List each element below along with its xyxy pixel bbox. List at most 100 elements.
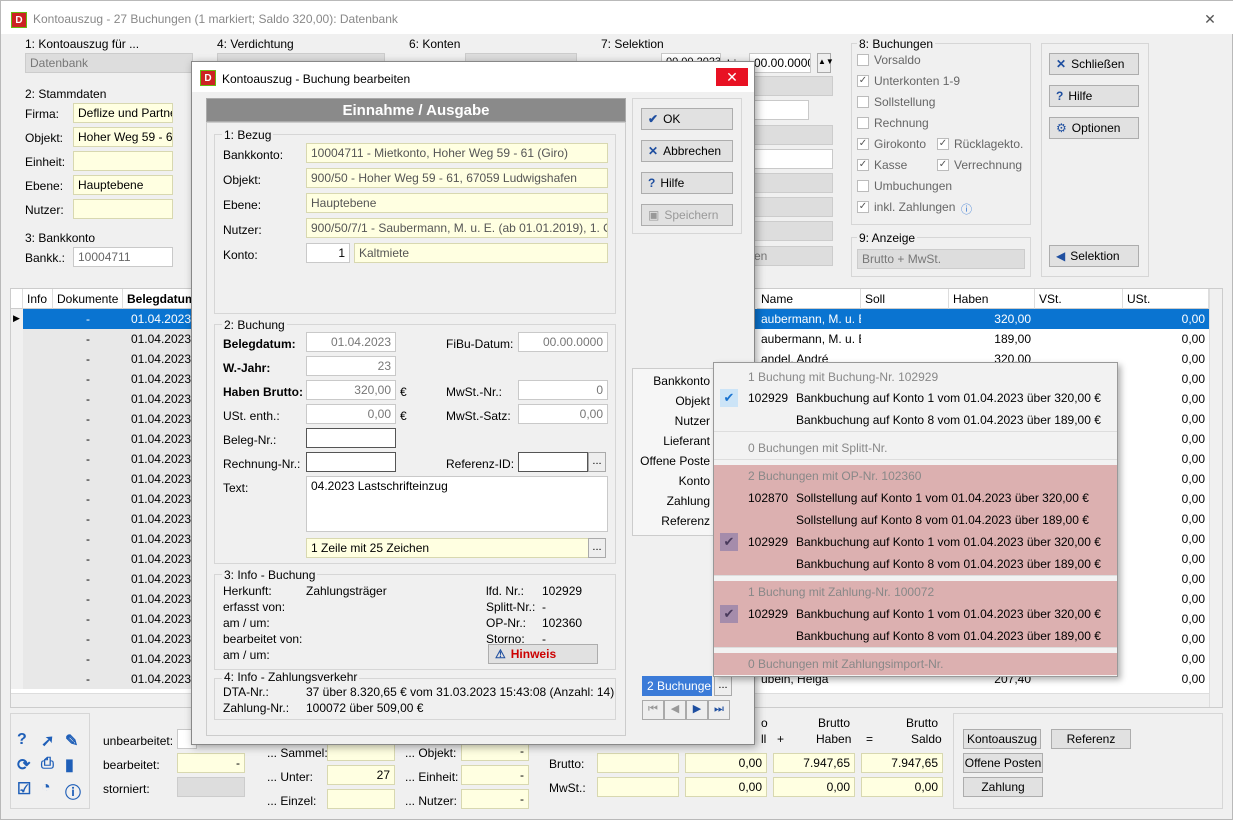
anzeige-select[interactable]: Brutto + MwSt. xyxy=(857,249,1025,269)
d-refid-field[interactable] xyxy=(518,452,588,472)
nav-prev-icon[interactable]: ◀ xyxy=(664,700,686,720)
popup-item[interactable]: Bankbuchung auf Konto 8 vom 01.04.2023 ü… xyxy=(714,409,1117,431)
nutzer-field[interactable] xyxy=(73,199,173,219)
ebene-field[interactable]: Hauptebene xyxy=(73,175,173,195)
nav-last-icon[interactable]: ⏭ xyxy=(708,700,730,720)
help-icon[interactable]: ? xyxy=(17,731,27,749)
col-info[interactable]: Info xyxy=(23,289,53,309)
popup-item[interactable]: ✔ 102929 Bankbuchung auf Konto 1 vom 01.04… xyxy=(714,603,1117,625)
selection-combo-7[interactable]: en xyxy=(749,246,833,266)
selection-combo-2[interactable] xyxy=(749,125,833,145)
selection-combo-5[interactable] xyxy=(749,197,833,217)
objekt-field[interactable]: Hoher Weg 59 - 6 xyxy=(73,127,173,147)
ref-item[interactable]: Zahlung xyxy=(634,494,710,508)
selection-to-date[interactable]: 00.00.0000 xyxy=(749,53,811,73)
date-spinner[interactable]: ▲▼ xyxy=(817,53,834,73)
d-hilfe-button[interactable]: ? Hilfe xyxy=(641,172,733,194)
d-refid-more[interactable]: ... xyxy=(588,452,606,472)
pointer-icon[interactable]: ➚ xyxy=(41,731,54,751)
selection-combo-6[interactable] xyxy=(749,221,833,241)
popup-item[interactable]: ✔ 102929 Bankbuchung auf Konto 1 vom 01.04… xyxy=(714,531,1117,553)
checkbox-2[interactable]: Sollstellung xyxy=(857,95,935,109)
buchungen-more[interactable]: ... xyxy=(714,676,732,696)
checkbox-box[interactable]: ✓ xyxy=(857,159,869,171)
options-button[interactable]: ⚙ Optionen xyxy=(1049,117,1139,139)
selection-combo-3[interactable] xyxy=(749,149,833,169)
d-ebene-field[interactable]: Hauptebene xyxy=(306,193,608,213)
d-rechnr-field[interactable] xyxy=(306,452,396,472)
close-icon[interactable]: ✕ xyxy=(1196,9,1224,29)
info-icon[interactable]: ⓘ xyxy=(65,779,81,803)
d-wjahr-field[interactable]: 23 xyxy=(306,356,396,376)
chart-icon[interactable]: ◔ xyxy=(41,779,51,797)
checkbox-box[interactable]: ✓ xyxy=(857,75,869,87)
grid-scrollbar[interactable] xyxy=(1209,289,1222,707)
ref-item[interactable]: Nutzer xyxy=(634,414,710,428)
print-icon[interactable]: ⎙ xyxy=(41,755,54,773)
offene-posten-button[interactable]: Offene Posten xyxy=(963,753,1043,773)
checkbox-4[interactable]: ✓ Girokonto xyxy=(857,137,926,151)
ref-item[interactable]: Bankkonto xyxy=(634,374,710,388)
referenz-button[interactable]: Referenz xyxy=(1051,729,1131,749)
abbrechen-button[interactable]: ✕ Abbrechen xyxy=(641,140,733,162)
dialog-close-icon[interactable]: ✕ xyxy=(716,68,748,86)
selection-combo-1[interactable] xyxy=(749,76,833,96)
d-mwstsatz-field[interactable]: 0,00 xyxy=(518,404,608,424)
d-bankkonto-field[interactable]: 10004711 - Mietkonto, Hoher Weg 59 - 61 … xyxy=(306,143,608,163)
checkbox-5[interactable]: ✓ Rücklagekto. xyxy=(937,137,1023,151)
checkbox-7[interactable]: ✓ Verrechnung xyxy=(937,158,1022,172)
nav-next-icon[interactable]: ▶ xyxy=(686,700,708,720)
d-nutzer-field[interactable]: 900/50/7/1 - Saubermann, M. u. E. (ab 01… xyxy=(306,218,608,238)
d-ust-field[interactable]: 0,00 xyxy=(306,404,396,424)
speichern-button[interactable]: ▣ Speichern xyxy=(641,204,733,226)
d-mwstnr-field[interactable]: 0 xyxy=(518,380,608,400)
d-haben-field[interactable]: 320,00 xyxy=(306,380,396,400)
selection-field-2[interactable] xyxy=(749,100,809,120)
einheit-field[interactable] xyxy=(73,151,173,171)
col-soll[interactable]: Soll xyxy=(861,289,949,309)
popup-item[interactable]: ✔ 102929 Bankbuchung auf Konto 1 vom 01.04… xyxy=(714,387,1117,409)
kontoauszug-for-select[interactable]: Datenbank xyxy=(25,53,193,73)
checkbox-box[interactable] xyxy=(857,117,869,129)
ref-item[interactable]: Konto xyxy=(634,474,710,488)
checkbox-8[interactable]: Umbuchungen xyxy=(857,179,952,193)
d-belegdatum-field[interactable]: 01.04.2023 xyxy=(306,332,396,352)
ref-item[interactable]: Lieferant xyxy=(634,434,710,448)
checkbox-box[interactable]: ✓ xyxy=(857,201,869,213)
zahlung-button[interactable]: Zahlung xyxy=(963,777,1043,797)
bankk-field[interactable]: 10004711 xyxy=(73,247,173,267)
selection-combo-4[interactable] xyxy=(749,173,833,193)
checkbox-icon[interactable]: ☑ xyxy=(17,779,31,799)
ref-item[interactable]: Referenz xyxy=(634,514,710,528)
checkbox-9[interactable]: ✓ inkl. Zahlungen xyxy=(857,200,955,214)
refresh-icon[interactable]: ⟳ xyxy=(17,755,30,775)
checkbox-box[interactable] xyxy=(857,180,869,192)
d-text-more[interactable]: ... xyxy=(588,538,606,558)
checkbox-0[interactable]: Vorsaldo xyxy=(857,53,921,67)
help-button[interactable]: ? Hilfe xyxy=(1049,85,1139,107)
kontoauszug-button[interactable]: Kontoauszug xyxy=(963,729,1041,749)
checkbox-1[interactable]: ✓ Unterkonten 1-9 xyxy=(857,74,960,88)
close-button[interactable]: ✕ Schließen xyxy=(1049,53,1139,75)
ref-item[interactable]: Objekt xyxy=(634,394,710,408)
firma-field[interactable]: Deflize und Partne xyxy=(73,103,173,123)
popup-item[interactable]: Sollstellung auf Konto 8 vom 01.04.2023 … xyxy=(714,509,1117,531)
checkbox-box[interactable] xyxy=(857,54,869,66)
selection-button[interactable]: ◀ Selektion xyxy=(1049,245,1139,267)
popup-item[interactable]: 102870 Sollstellung auf Konto 1 vom 01.04… xyxy=(714,487,1117,509)
ok-button[interactable]: ✔ OK xyxy=(641,108,733,130)
ref-item[interactable]: Offene Poste xyxy=(634,454,710,468)
checkbox-3[interactable]: Rechnung xyxy=(857,116,929,130)
popup-item[interactable]: Bankbuchung auf Konto 8 vom 01.04.2023 ü… xyxy=(714,553,1117,575)
popup-item[interactable]: Bankbuchung auf Konto 8 vom 01.04.2023 ü… xyxy=(714,625,1117,647)
hinweis-button[interactable]: ⚠ Hinweis xyxy=(488,644,598,664)
edit-icon[interactable]: ✎ xyxy=(65,731,78,751)
buchungen-field[interactable]: 2 Buchungen xyxy=(642,676,712,696)
info-icon[interactable]: ⓘ xyxy=(961,201,972,217)
checkbox-box[interactable] xyxy=(857,96,869,108)
checkbox-box[interactable]: ✓ xyxy=(937,159,949,171)
d-konto-field[interactable]: Kaltmiete xyxy=(354,243,608,263)
checkbox-6[interactable]: ✓ Kasse xyxy=(857,158,907,172)
col-ust[interactable]: USt. xyxy=(1123,289,1209,309)
office-icon[interactable]: ▮ xyxy=(65,755,74,775)
